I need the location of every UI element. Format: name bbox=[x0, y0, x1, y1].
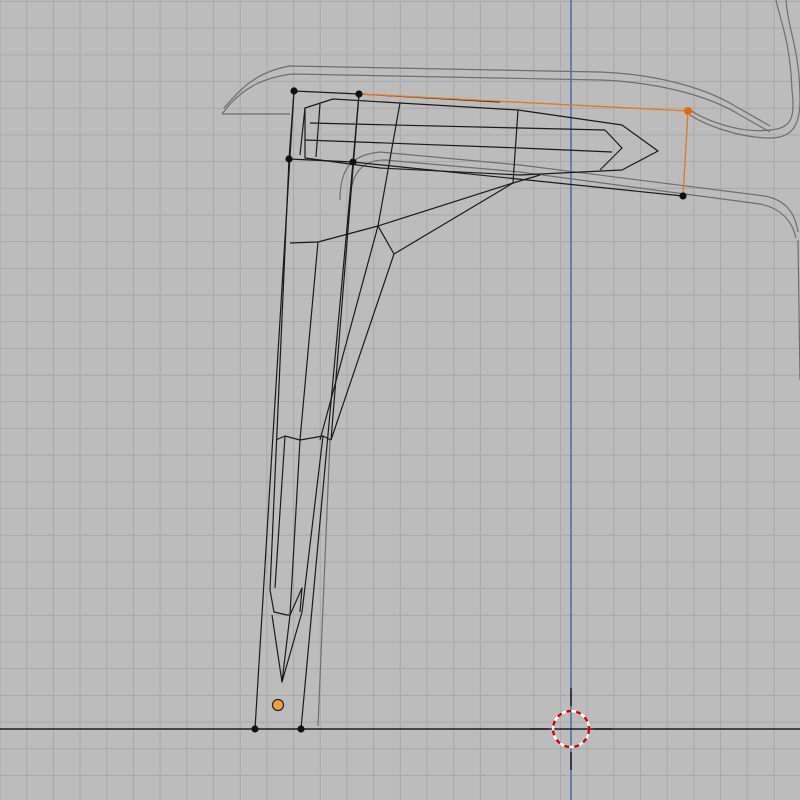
viewport-canvas[interactable] bbox=[0, 0, 800, 800]
vertex[interactable] bbox=[349, 158, 357, 166]
vertex[interactable] bbox=[297, 725, 305, 733]
vertex[interactable] bbox=[679, 192, 687, 200]
vertex[interactable] bbox=[285, 155, 293, 163]
leg-mesh-wireframe bbox=[254, 90, 684, 730]
vertex[interactable] bbox=[355, 90, 363, 98]
selected-vertex[interactable] bbox=[684, 107, 692, 115]
vertex[interactable] bbox=[290, 87, 298, 95]
vertex[interactable] bbox=[251, 725, 259, 733]
object-origin-icon[interactable] bbox=[271, 698, 285, 712]
mesh-vertices[interactable] bbox=[251, 87, 692, 733]
selected-edges bbox=[358, 93, 689, 197]
3d-viewport[interactable] bbox=[0, 0, 800, 800]
reference-seat-outline bbox=[221, 0, 800, 727]
